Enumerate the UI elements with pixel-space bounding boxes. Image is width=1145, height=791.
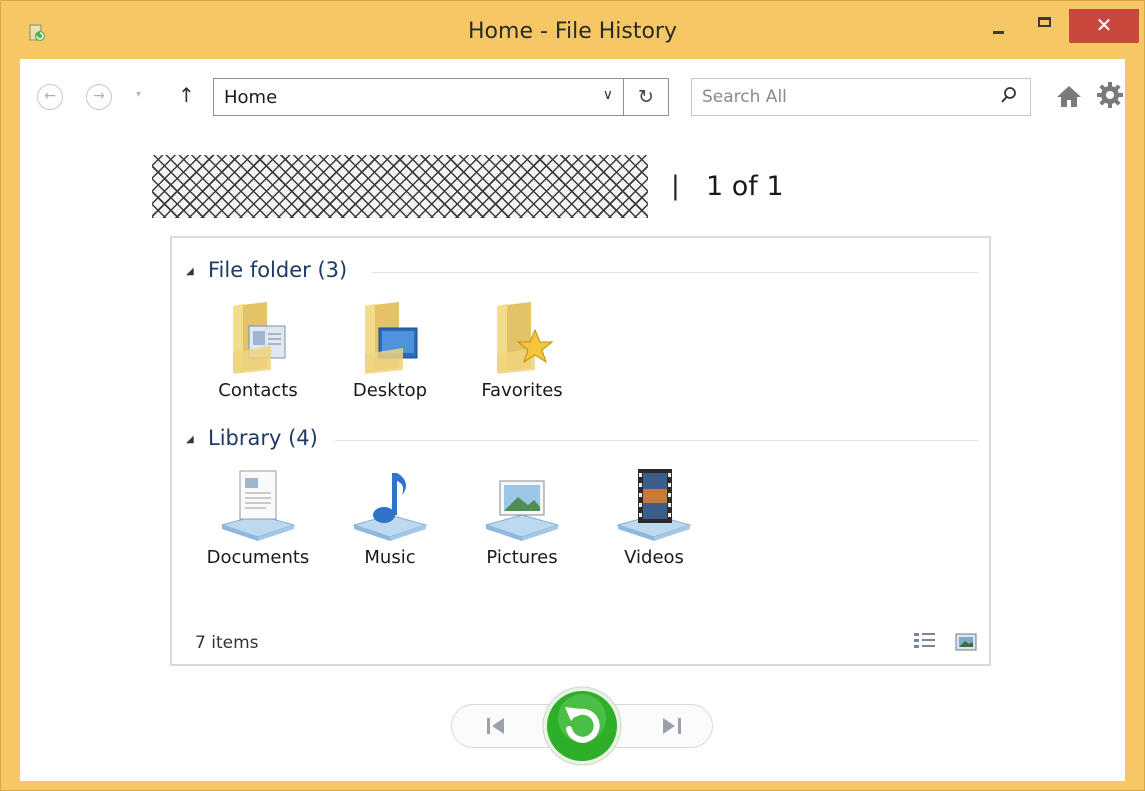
client-area: ← → ▾ ↑ Home ∨ ↻ Search All | 1 of 1 ◢ F… <box>20 59 1125 781</box>
files-panel: ◢ File folder (3) Contacts Desktop Favor… <box>170 236 991 666</box>
music-library-icon <box>352 473 428 541</box>
minimize-icon <box>993 31 1004 34</box>
favorites-folder-icon <box>497 302 553 374</box>
item-label: Favorites <box>481 380 563 401</box>
item-music[interactable]: Music <box>325 467 455 568</box>
address-dropdown-icon[interactable]: ∨ <box>603 87 613 103</box>
desktop-folder-icon <box>365 302 418 374</box>
search-box[interactable]: Search All <box>691 78 1031 116</box>
collapse-triangle-icon: ◢ <box>186 266 194 277</box>
videos-library-icon <box>616 469 692 541</box>
gear-icon[interactable] <box>1096 81 1124 109</box>
recent-locations-dropdown[interactable]: ▾ <box>136 89 141 100</box>
group-divider <box>335 440 978 441</box>
address-value: Home <box>224 87 278 108</box>
forward-arrow-icon: → <box>93 88 105 104</box>
item-label: Videos <box>624 547 684 568</box>
item-label: Pictures <box>486 547 558 568</box>
item-contacts[interactable]: Contacts <box>193 300 323 401</box>
item-desktop[interactable]: Desktop <box>325 300 455 401</box>
minimize-button[interactable] <box>976 9 1021 43</box>
item-favorites[interactable]: Favorites <box>457 300 587 401</box>
refresh-button[interactable]: ↻ <box>624 78 669 116</box>
address-bar[interactable]: Home ∨ <box>213 78 624 116</box>
item-label: Desktop <box>352 380 428 401</box>
item-pictures[interactable]: Pictures <box>457 467 587 568</box>
search-icon[interactable] <box>1000 86 1018 106</box>
details-view-icon[interactable] <box>913 631 937 653</box>
contacts-folder-icon <box>233 302 286 374</box>
group-divider <box>372 272 978 273</box>
pictures-library-icon <box>484 480 560 541</box>
group-title-library: Library (4) <box>208 426 318 450</box>
item-label: Music <box>364 547 416 568</box>
home-icon[interactable] <box>1056 84 1082 108</box>
large-icons-view-icon[interactable] <box>955 632 977 652</box>
item-label: Documents <box>206 547 310 568</box>
maximize-icon <box>1038 17 1051 27</box>
item-count: 7 items <box>195 633 259 653</box>
up-button[interactable]: ↑ <box>178 83 195 107</box>
page-indicator: 1 of 1 <box>706 171 784 202</box>
back-arrow-icon: ← <box>44 88 56 104</box>
group-title-file-folder: File folder (3) <box>208 258 348 282</box>
search-placeholder: Search All <box>702 87 787 107</box>
window-title: Home - File History <box>468 19 677 44</box>
collapse-triangle-icon: ◢ <box>186 434 194 445</box>
file-history-window: Home - File History ✕ ← → ▾ ↑ Home ∨ ↻ S… <box>0 0 1145 791</box>
restore-button[interactable] <box>541 685 623 767</box>
previous-version-button[interactable] <box>473 709 523 743</box>
back-button[interactable]: ← <box>37 84 63 110</box>
close-icon: ✕ <box>1095 13 1113 37</box>
close-button[interactable]: ✕ <box>1069 9 1139 43</box>
chevron-down-icon: ▾ <box>136 89 142 100</box>
documents-library-icon <box>220 470 296 541</box>
next-icon <box>663 718 681 734</box>
next-version-button[interactable] <box>645 709 695 743</box>
forward-button[interactable]: → <box>86 84 112 110</box>
previous-icon <box>487 718 504 734</box>
backup-date-redacted <box>152 155 648 218</box>
refresh-icon: ↻ <box>638 86 654 108</box>
item-label: Contacts <box>218 380 298 401</box>
item-videos[interactable]: Videos <box>589 467 719 568</box>
date-separator: | <box>671 171 680 201</box>
title-bar[interactable]: Home - File History ✕ <box>1 1 1144 57</box>
maximize-button[interactable] <box>1023 9 1068 43</box>
up-arrow-icon: ↑ <box>178 83 195 107</box>
item-documents[interactable]: Documents <box>193 467 323 568</box>
